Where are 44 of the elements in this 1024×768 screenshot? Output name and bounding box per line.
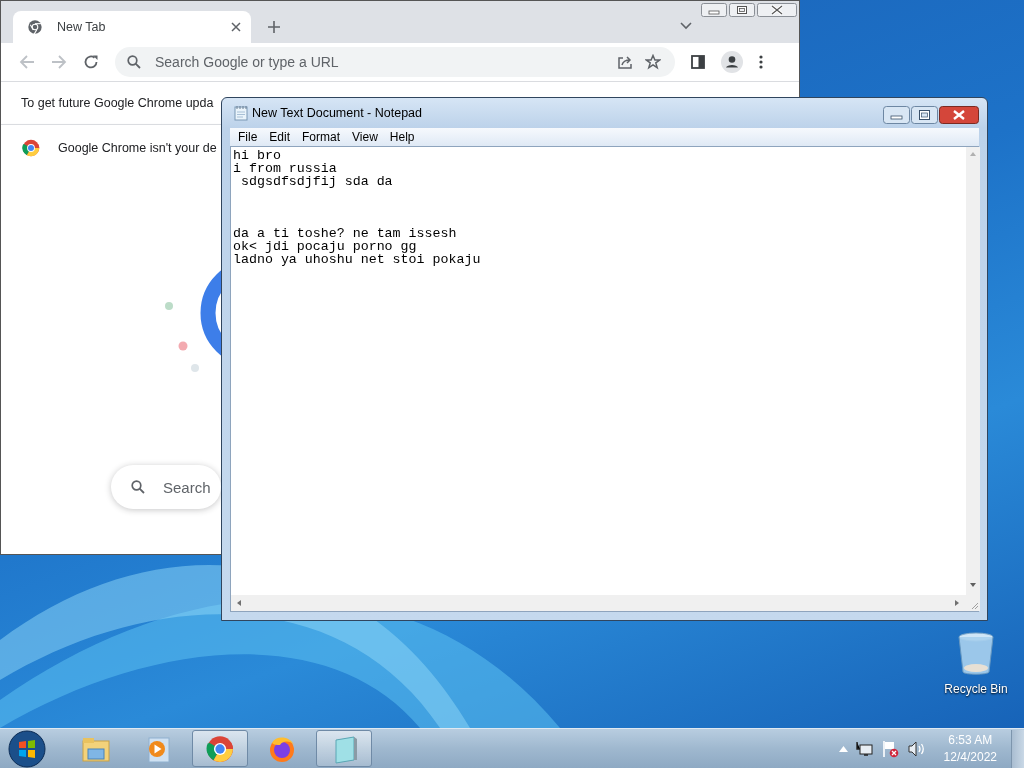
share-icon[interactable] xyxy=(617,54,633,70)
plus-icon[interactable] xyxy=(268,21,280,33)
menu-item[interactable]: View xyxy=(346,130,384,145)
more-menu-icon[interactable] xyxy=(759,55,763,69)
trash-bin-icon[interactable] xyxy=(958,632,994,676)
taskbar-button[interactable] xyxy=(316,730,372,767)
browser-tab[interactable]: New Tab xyxy=(13,11,251,43)
close-icon[interactable] xyxy=(939,106,979,124)
taskbar-button[interactable] xyxy=(192,730,248,767)
maximize-icon[interactable] xyxy=(729,3,755,17)
menu-item[interactable]: Help xyxy=(383,130,421,145)
document-text[interactable]: hi bro i from russia sdgsdfsdjfij sda da da a ti toshe? ne tam issesh ok< jdi pocaju porno gg ladno ya uhoshu net stoi pokaju xyxy=(231,147,481,266)
search-icon xyxy=(131,480,145,494)
vertical-scrollbar[interactable] xyxy=(966,147,980,595)
speaker-icon[interactable] xyxy=(907,740,926,757)
address-input[interactable]: Search Google or type a URL xyxy=(153,53,605,71)
chrome-logo-icon xyxy=(22,139,40,157)
search-input[interactable]: Search xyxy=(163,478,215,496)
close-icon[interactable] xyxy=(757,3,797,17)
search-icon xyxy=(127,55,141,69)
icon-label: Recycle Bin xyxy=(944,682,1008,696)
start-button-icon[interactable] xyxy=(8,729,46,768)
chrome-logo-icon xyxy=(27,19,43,35)
menu-item[interactable]: File xyxy=(232,130,264,145)
horizontal-scrollbar[interactable] xyxy=(231,595,980,611)
maximize-icon[interactable] xyxy=(911,106,938,124)
network-icon[interactable] xyxy=(855,740,874,757)
infobar-message: To get future Google Chrome upda xyxy=(21,96,214,110)
menu-item[interactable]: Edit xyxy=(263,130,297,145)
infobar-message: Google Chrome isn't your de xyxy=(58,141,217,155)
star-icon[interactable] xyxy=(645,54,661,70)
reload-icon[interactable] xyxy=(83,54,99,70)
desktop-icon[interactable]: Recycle Bin xyxy=(938,632,1014,696)
address-bar[interactable]: Search Google or type a URL xyxy=(115,47,675,77)
side-panel-icon[interactable] xyxy=(691,55,705,69)
menu-item[interactable]: Format xyxy=(296,130,347,145)
search-box[interactable]: Search xyxy=(111,465,221,509)
profile-avatar-icon[interactable] xyxy=(721,51,743,73)
minimize-icon[interactable] xyxy=(701,3,727,17)
notepad-icon xyxy=(234,105,248,122)
chevron-down-icon[interactable] xyxy=(680,22,692,30)
close-icon[interactable] xyxy=(231,22,241,32)
window-title: New Text Document - Notepad xyxy=(252,106,423,121)
flag-error-icon[interactable] xyxy=(881,739,900,758)
